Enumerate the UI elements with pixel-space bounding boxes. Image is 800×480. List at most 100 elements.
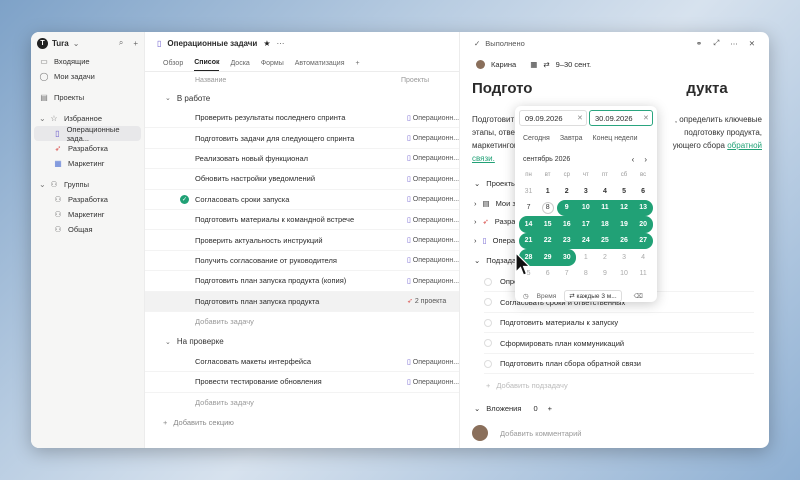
sidebar-item-development[interactable]: ➶ Разработка xyxy=(31,141,144,156)
calendar-day[interactable]: 7 xyxy=(519,200,538,217)
calendar-day[interactable]: 27 xyxy=(633,232,653,249)
calendar-day[interactable]: 13 xyxy=(633,199,653,216)
calendar-day[interactable]: 15 xyxy=(538,216,558,233)
task-title[interactable]: Подгото дукта xyxy=(472,80,728,97)
calendar-day[interactable]: 22 xyxy=(538,232,558,249)
chevron-down-icon[interactable]: ⌄ xyxy=(165,94,171,102)
status-label[interactable]: Выполнено xyxy=(485,39,524,48)
close-icon[interactable]: ✕ xyxy=(749,39,755,48)
projects-section-header[interactable]: ⌄ Проекты xyxy=(474,175,516,191)
table-row[interactable]: Проверить результаты последнего спринта ▯… xyxy=(145,108,459,129)
plus-icon[interactable]: + xyxy=(548,404,552,413)
add-tab-icon[interactable]: + xyxy=(356,60,360,71)
calendar-day[interactable]: 11 xyxy=(595,199,615,216)
chevron-down-icon[interactable]: ⌄ xyxy=(165,338,171,346)
calendar-day[interactable]: 25 xyxy=(595,232,615,249)
table-row[interactable]: Обновить настройки уведомлений ▯ Операцио… xyxy=(145,169,459,190)
desc-link[interactable]: связи. xyxy=(472,154,495,163)
more-icon[interactable]: ⋯ xyxy=(730,39,738,48)
calendar-day[interactable]: 21 xyxy=(519,232,539,249)
table-row[interactable]: Получить согласование от руководителя ▯ О… xyxy=(145,251,459,272)
calendar-day[interactable]: 23 xyxy=(557,232,577,249)
tab-automation[interactable]: Автоматизация xyxy=(295,60,345,71)
table-row[interactable]: Подготовить задачи для следующего спринт… xyxy=(145,128,459,149)
table-row[interactable]: Провести тестирование обновления ▯ Операц… xyxy=(145,372,459,393)
task-checkbox[interactable] xyxy=(180,357,189,366)
sidebar-item-group-development[interactable]: ⚇ Разработка xyxy=(31,192,144,207)
quick-week-end[interactable]: Конец недели xyxy=(593,135,638,142)
task-checkbox[interactable] xyxy=(180,377,189,386)
table-row[interactable]: Подготовить материалы к командной встреч… xyxy=(145,210,459,231)
table-row[interactable]: Реализовать новый функционал ▯ Операционн… xyxy=(145,149,459,170)
calendar-day[interactable]: 7 xyxy=(557,266,576,283)
more-icon[interactable]: ⋯ xyxy=(277,39,285,48)
quick-tomorrow[interactable]: Завтра xyxy=(560,135,583,142)
add-section-button[interactable]: + Добавить секцию xyxy=(145,413,459,433)
calendar-day[interactable]: 12 xyxy=(614,199,634,216)
calendar-day[interactable]: 9 xyxy=(557,199,577,216)
calendar-day[interactable]: 19 xyxy=(614,216,634,233)
subtask-name[interactable]: Сформировать план коммуникаций xyxy=(500,339,624,348)
section-header[interactable]: ⌄ На проверке xyxy=(145,332,459,352)
calendar-day[interactable]: 9 xyxy=(595,266,614,283)
chevron-down-icon[interactable]: ⌄ xyxy=(73,39,80,48)
tab-list[interactable]: Список xyxy=(194,59,220,71)
task-name[interactable]: Провести тестирование обновления xyxy=(195,377,407,386)
subtask-row[interactable]: Подготовить материалы к запуску xyxy=(484,313,754,333)
sidebar-item-my-tasks[interactable]: ◯ Мои задачи xyxy=(31,69,144,84)
subtask-name[interactable]: Подготовить план сбора обратной связи xyxy=(500,359,641,368)
calendar-day[interactable]: 4 xyxy=(634,249,653,266)
project-row[interactable]: › ➶ Разра xyxy=(474,212,515,230)
calendar-day[interactable]: 24 xyxy=(576,232,596,249)
add-task-button[interactable]: Добавить задачу xyxy=(145,312,459,332)
calendar-day[interactable]: 26 xyxy=(614,232,634,249)
project-row[interactable]: › ▤ Мои за xyxy=(474,194,520,212)
task-checkbox[interactable] xyxy=(180,297,189,306)
calendar-day[interactable]: 3 xyxy=(576,183,595,200)
calendar-day[interactable]: 6 xyxy=(538,266,557,283)
table-row[interactable]: Подготовить план запуска продукта ➶ 2 про… xyxy=(145,291,459,312)
calendar-day[interactable]: 14 xyxy=(519,216,539,233)
comment-row[interactable]: Добавить комментарий xyxy=(472,424,581,442)
task-name[interactable]: Подготовить план запуска продукта xyxy=(195,297,407,306)
desc-link[interactable]: обратной xyxy=(727,141,762,150)
task-name[interactable]: Реализовать новый функционал xyxy=(195,154,407,163)
task-checkbox[interactable] xyxy=(180,276,189,285)
expand-icon[interactable]: ⤢ xyxy=(713,38,719,48)
attachments-section-header[interactable]: ⌄ Вложения 0 + xyxy=(474,400,552,416)
table-row[interactable]: Проверить актуальность инструкций ▯ Опера… xyxy=(145,230,459,251)
subtask-checkbox[interactable] xyxy=(484,298,492,306)
calendar-day[interactable]: 6 xyxy=(634,183,653,200)
table-row[interactable]: ✓ Согласовать сроки запуска ▯ Операционн..… xyxy=(145,190,459,210)
clear-end-icon[interactable]: ✕ xyxy=(643,114,649,122)
repeat-button[interactable]: ⇄ каждые 3 м... xyxy=(564,290,622,302)
calendar-day[interactable]: 17 xyxy=(576,216,596,233)
project-row[interactable]: › ▯ Опера xyxy=(474,231,515,249)
task-checkbox[interactable] xyxy=(180,236,189,245)
calendar-day[interactable]: 16 xyxy=(557,216,577,233)
task-name[interactable]: Согласовать сроки запуска xyxy=(195,195,407,204)
subtask-checkbox[interactable] xyxy=(484,339,492,347)
task-checkbox[interactable] xyxy=(180,174,189,183)
calendar-day[interactable]: 11 xyxy=(634,266,653,283)
check-circle-icon[interactable]: ✓ xyxy=(180,194,189,204)
calendar-day[interactable]: 1 xyxy=(576,249,595,266)
column-projects[interactable]: Проекты xyxy=(401,77,429,84)
check-icon[interactable]: ✓ xyxy=(474,39,480,48)
subtasks-section-header[interactable]: ⌄ Подзада xyxy=(474,252,516,268)
subtask-name[interactable]: Подготовить материалы к запуску xyxy=(500,318,618,327)
subtask-checkbox[interactable] xyxy=(484,318,492,327)
task-name[interactable]: Проверить результаты последнего спринта xyxy=(195,113,407,122)
calendar-day[interactable]: 2 xyxy=(557,183,576,200)
task-checkbox[interactable] xyxy=(180,154,189,163)
task-name[interactable]: Проверить актуальность инструкций xyxy=(195,236,407,245)
comment-input[interactable]: Добавить комментарий xyxy=(500,429,581,438)
calendar-day[interactable]: 5 xyxy=(614,183,633,200)
link-icon[interactable]: ⚭ xyxy=(696,39,702,48)
calendar-day[interactable]: 8 xyxy=(538,200,557,217)
sidebar-item-inbox[interactable]: ▭ Входящие xyxy=(31,54,144,69)
calendar-day[interactable]: 29 xyxy=(538,249,558,266)
star-filled-icon[interactable]: ★ xyxy=(263,39,270,48)
calendar-day[interactable]: 10 xyxy=(614,266,633,283)
table-row[interactable]: Согласовать макеты интерфейса ▯ Операцион… xyxy=(145,352,459,373)
